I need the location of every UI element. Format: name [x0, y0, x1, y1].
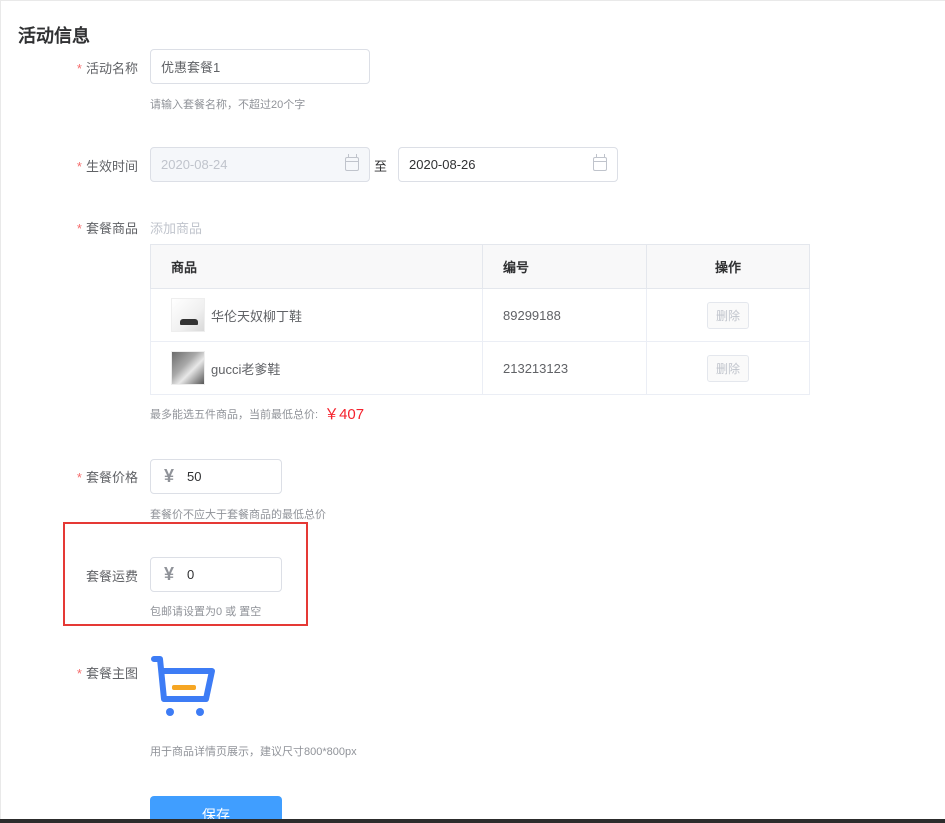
name-hint: 请输入套餐名称，不超过20个字	[150, 99, 306, 111]
goods-hint-text: 最多能选五件商品，当前最低总价:	[150, 408, 319, 421]
product-thumbnail	[171, 298, 205, 332]
price-hint: 套餐价不应大于套餐商品的最低总价	[150, 509, 326, 521]
required-mark: *	[76, 666, 82, 681]
required-mark: *	[76, 61, 82, 76]
calendar-icon	[593, 154, 607, 171]
start-date-value: 2020-08-24	[161, 157, 228, 172]
date-separator: 至	[374, 159, 388, 174]
column-header: 操作	[646, 244, 810, 289]
start-date-input[interactable]: 2020-08-24	[150, 147, 370, 182]
highlight-box	[63, 522, 308, 626]
product-cell: gucci老爹鞋	[150, 341, 483, 395]
bottom-bar	[0, 819, 945, 823]
end-date-input[interactable]: 2020-08-26	[398, 147, 618, 182]
end-date-value: 2020-08-26	[409, 157, 476, 172]
name-label-text: 活动名称	[85, 61, 138, 76]
delete-button[interactable]: 删除	[706, 301, 749, 329]
name-label: * 活动名称	[18, 58, 138, 77]
image-label: * 套餐主图	[18, 663, 138, 682]
calendar-icon	[345, 154, 359, 171]
goods-label-text: 套餐商品	[85, 221, 138, 236]
product-name: gucci老爹鞋	[211, 361, 281, 377]
shopping-cart-icon[interactable]	[150, 655, 216, 719]
product-thumbnail	[171, 351, 205, 385]
image-hint: 用于商品详情页展示，建议尺寸800*800px	[150, 746, 357, 758]
time-label-text: 生效时间	[85, 159, 138, 174]
column-header: 编号	[482, 244, 647, 289]
add-goods-link[interactable]: 添加商品	[150, 218, 202, 237]
product-code: 89299188	[482, 288, 647, 342]
delete-button[interactable]: 删除	[706, 354, 749, 382]
action-cell: 删除	[646, 288, 810, 342]
required-mark: *	[76, 221, 82, 236]
min-total-price: ￥407	[324, 406, 365, 423]
price-input-value: 50	[187, 469, 202, 484]
image-label-text: 套餐主图	[85, 666, 138, 681]
required-mark: *	[76, 470, 82, 485]
name-input-value: 优惠套餐1	[161, 60, 221, 75]
time-label: * 生效时间	[18, 156, 138, 175]
section-title: 活动信息	[18, 26, 90, 46]
column-header: 商品	[150, 244, 483, 289]
action-cell: 删除	[646, 341, 810, 395]
goods-hint: 最多能选五件商品，当前最低总价: ￥407	[150, 403, 364, 424]
required-mark: *	[76, 159, 82, 174]
product-cell: 华伦天奴柳丁鞋	[150, 288, 483, 342]
product-code: 213213123	[482, 341, 647, 395]
price-input[interactable]: ¥ 50	[150, 459, 282, 494]
product-name: 华伦天奴柳丁鞋	[211, 308, 303, 324]
page-frame	[0, 0, 945, 823]
yen-icon: ¥	[163, 466, 174, 486]
goods-table: 商品 编号 操作 华伦天奴柳丁鞋 89299188 删除 gucci老爹鞋 21…	[150, 244, 810, 395]
goods-label: * 套餐商品	[18, 218, 138, 237]
table-row: gucci老爹鞋 213213123 删除	[150, 341, 810, 395]
table-header-row: 商品 编号 操作	[150, 244, 810, 289]
price-label-text: 套餐价格	[85, 470, 138, 485]
price-label: * 套餐价格	[18, 467, 138, 486]
name-input[interactable]: 优惠套餐1	[150, 49, 370, 84]
table-row: 华伦天奴柳丁鞋 89299188 删除	[150, 288, 810, 342]
